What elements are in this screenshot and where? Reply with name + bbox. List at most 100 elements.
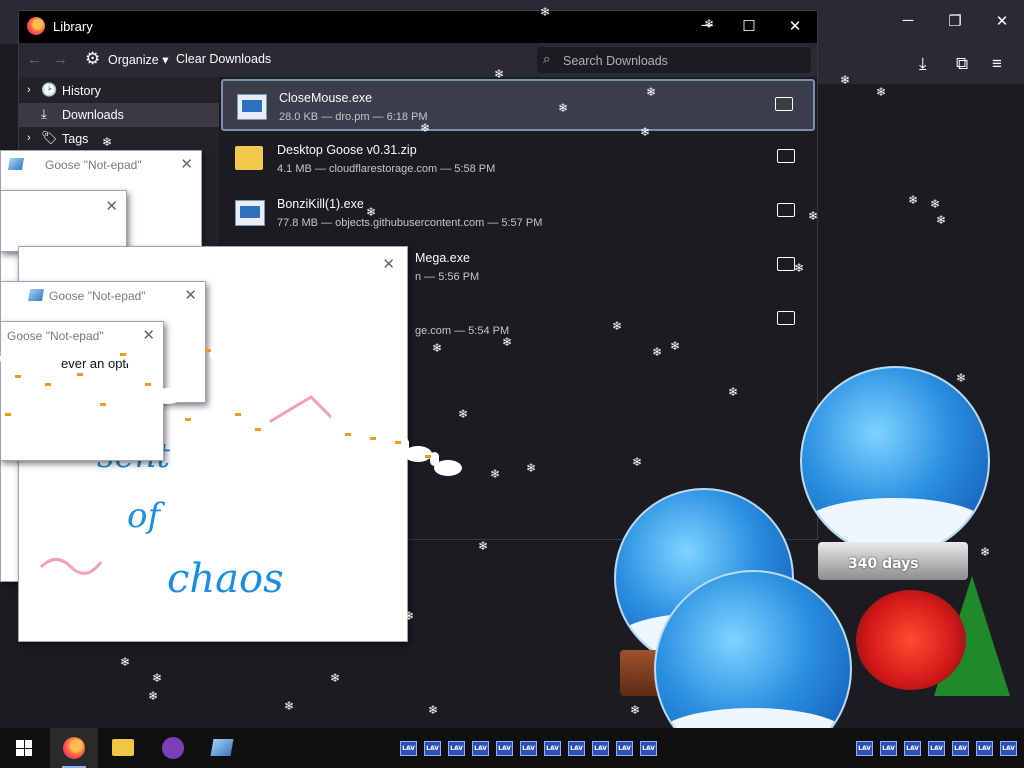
gear-icon[interactable]: ⚙: [85, 49, 100, 69]
taskbar-firefox[interactable]: [50, 728, 98, 768]
tray-app-icon[interactable]: LAV: [448, 741, 465, 756]
clock-icon: 🕑: [41, 82, 58, 97]
snowflake-icon: ❄: [728, 385, 739, 399]
notepad-close-icon[interactable]: ✕: [184, 286, 197, 304]
download-meta: ge.com — 5:54 PM: [415, 325, 510, 337]
tray-app-icon[interactable]: LAV: [520, 741, 537, 756]
goose-icon[interactable]: [5, 410, 44, 436]
goose-icon[interactable]: [77, 370, 116, 396]
goose-icon[interactable]: [120, 350, 159, 376]
search-icon: ⌕: [543, 51, 551, 66]
back-icon[interactable]: ←: [27, 51, 42, 68]
minimize-icon[interactable]: ─: [898, 12, 918, 29]
folder-icon[interactable]: [777, 311, 795, 325]
taskbar-notepad[interactable]: [198, 728, 246, 768]
chevron-right-icon[interactable]: ›: [27, 84, 31, 96]
tray-app-icon[interactable]: LAV: [952, 741, 969, 756]
folder-icon[interactable]: [777, 257, 795, 271]
goose-icon[interactable]: [425, 452, 464, 478]
goose-icon[interactable]: [100, 400, 139, 426]
tray-app-icon[interactable]: LAV: [904, 741, 921, 756]
snowflake-icon: ❄: [704, 17, 715, 31]
library-titlebar: Library ─ ☐ ✕: [19, 11, 817, 43]
goose-icon[interactable]: [255, 425, 294, 451]
notepad-icon: [210, 739, 234, 756]
snowflake-icon: ❄: [640, 125, 651, 139]
extensions-icon[interactable]: ⧉: [956, 54, 968, 74]
exe-file-icon: [237, 94, 267, 120]
download-icon: ⤓: [41, 106, 47, 121]
snowflake-icon: ❄: [420, 121, 431, 135]
tray-app-icon[interactable]: LAV: [400, 741, 417, 756]
tray-app-icon[interactable]: LAV: [496, 741, 513, 756]
snowflake-icon: ❄: [330, 671, 341, 685]
snowflake-icon: ❄: [540, 5, 551, 19]
tray-app-icon[interactable]: LAV: [1000, 741, 1017, 756]
taskbar-bonzi[interactable]: [148, 728, 196, 768]
download-meta: 4.1 MB — cloudflarestorage.com — 5:58 PM: [277, 163, 496, 175]
search-box: ⌕: [537, 47, 811, 73]
folder-icon[interactable]: [777, 203, 795, 217]
drawing-text-line3: chaos: [167, 556, 284, 602]
download-item[interactable]: Desktop Goose v0.31.zip 4.1 MB — cloudfl…: [221, 133, 815, 185]
snowflake-icon: ❄: [808, 209, 819, 223]
tray-app-icon[interactable]: LAV: [472, 741, 489, 756]
tray-app-icon[interactable]: LAV: [880, 741, 897, 756]
tray-app-icon[interactable]: LAV: [640, 741, 657, 756]
download-item[interactable]: BonziKill(1).exe 77.8 MB — objects.githu…: [221, 187, 815, 239]
download-filename: Mega.exe: [415, 251, 470, 265]
organize-button[interactable]: Organize ▾: [108, 52, 168, 67]
tray-app-icon[interactable]: LAV: [928, 741, 945, 756]
tray-app-icon[interactable]: LAV: [616, 741, 633, 756]
forward-icon[interactable]: →: [53, 51, 68, 68]
goose-icon[interactable]: [395, 438, 434, 464]
taskbar-file-explorer[interactable]: [98, 728, 146, 768]
tray-app-icon[interactable]: LAV: [856, 741, 873, 756]
notepad-close-icon[interactable]: ✕: [382, 255, 395, 273]
library-title: Library: [53, 19, 93, 34]
search-input[interactable]: [561, 50, 805, 72]
snowflake-icon: ❄: [526, 461, 537, 475]
notepad-close-icon[interactable]: ✕: [142, 326, 155, 344]
tray-app-icon[interactable]: LAV: [568, 741, 585, 756]
snowflake-icon: ❄: [458, 407, 469, 421]
tray-app-icon[interactable]: LAV: [976, 741, 993, 756]
download-meta: 77.8 MB — objects.githubusercontent.com …: [277, 217, 543, 229]
snowflake-icon: ❄: [120, 655, 131, 669]
sidebar-item-tags[interactable]: › 🏷 Tags: [19, 127, 219, 151]
snowflake-icon: ❄: [652, 345, 663, 359]
sidebar-item-history[interactable]: › 🕑 History: [19, 79, 219, 103]
goose-icon[interactable]: [205, 346, 244, 372]
maximize-icon[interactable]: ❐: [945, 12, 965, 30]
notepad-close-icon[interactable]: ✕: [180, 155, 193, 173]
snowflake-icon: ❄: [404, 609, 415, 623]
snowflake-icon: ❄: [936, 213, 947, 227]
goose-icon[interactable]: [185, 415, 224, 441]
close-icon[interactable]: ✕: [992, 12, 1012, 30]
tray-app-icon[interactable]: LAV: [544, 741, 561, 756]
clear-downloads-button[interactable]: Clear Downloads: [176, 52, 271, 66]
tray-app-icon[interactable]: LAV: [424, 741, 441, 756]
chevron-right-icon[interactable]: ›: [27, 132, 31, 144]
menu-icon[interactable]: ≡: [992, 54, 1002, 74]
download-meta: 28.0 KB — dro.pm — 6:18 PM: [279, 111, 428, 123]
snowflake-icon: ❄: [494, 67, 505, 81]
windows-logo-icon: [16, 740, 32, 756]
ornament-icon: [856, 590, 966, 690]
sidebar-item-downloads[interactable]: ⤓ Downloads: [19, 103, 219, 127]
tray-app-icon[interactable]: LAV: [592, 741, 609, 756]
download-item[interactable]: CloseMouse.exe 28.0 KB — dro.pm — 6:18 P…: [221, 79, 815, 131]
snowflake-icon: ❄: [284, 699, 295, 713]
snowflake-icon: ❄: [478, 539, 489, 553]
library-maximize-icon[interactable]: ☐: [737, 17, 761, 35]
downloads-icon[interactable]: ⤓: [919, 54, 927, 74]
goose-icon[interactable]: [145, 380, 184, 406]
download-filename: Desktop Goose v0.31.zip: [277, 143, 417, 157]
library-close-icon[interactable]: ✕: [783, 17, 807, 35]
start-button[interactable]: [0, 728, 48, 768]
goose-icon[interactable]: [45, 380, 84, 406]
folder-icon[interactable]: [777, 149, 795, 163]
notepad-close-icon[interactable]: ✕: [105, 197, 118, 215]
snow-globe-icon: [800, 366, 990, 556]
folder-icon[interactable]: [775, 97, 793, 111]
